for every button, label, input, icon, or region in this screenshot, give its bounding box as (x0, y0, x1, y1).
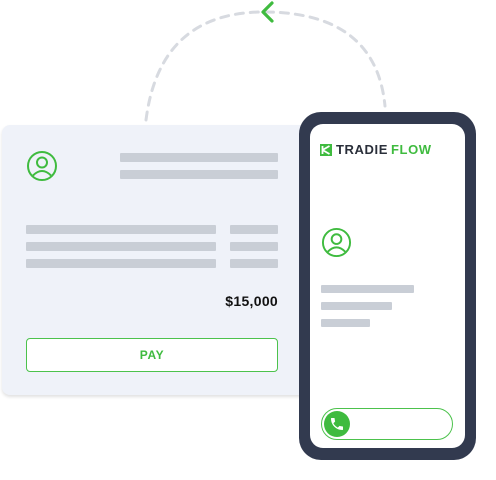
phone-frame: TRADIE FLOW (299, 112, 476, 460)
line-item-amount-3 (230, 259, 278, 268)
invoice-card: $15,000 PAY (2, 125, 312, 395)
call-button[interactable] (321, 408, 453, 440)
header-line-2 (120, 170, 278, 179)
pay-button[interactable]: PAY (26, 338, 278, 372)
invoice-total: $15,000 (225, 293, 278, 309)
line-item-amount-1 (230, 225, 278, 234)
line-item-desc-3 (26, 259, 216, 268)
contact-line-1 (321, 285, 414, 293)
brand-logo: TRADIE FLOW (320, 142, 432, 157)
contact-line-3 (321, 319, 370, 327)
contact-line-2 (321, 302, 392, 310)
phone-icon (324, 411, 350, 437)
phone-screen: TRADIE FLOW (310, 124, 465, 448)
user-icon (27, 151, 57, 181)
brand-name-part2: FLOW (391, 142, 432, 157)
logo-mark-icon (320, 143, 332, 156)
user-icon (321, 227, 352, 258)
line-item-desc-1 (26, 225, 216, 234)
header-line-1 (120, 153, 278, 162)
brand-name-part1: TRADIE (336, 142, 388, 157)
line-item-desc-2 (26, 242, 216, 251)
line-item-amount-2 (230, 242, 278, 251)
